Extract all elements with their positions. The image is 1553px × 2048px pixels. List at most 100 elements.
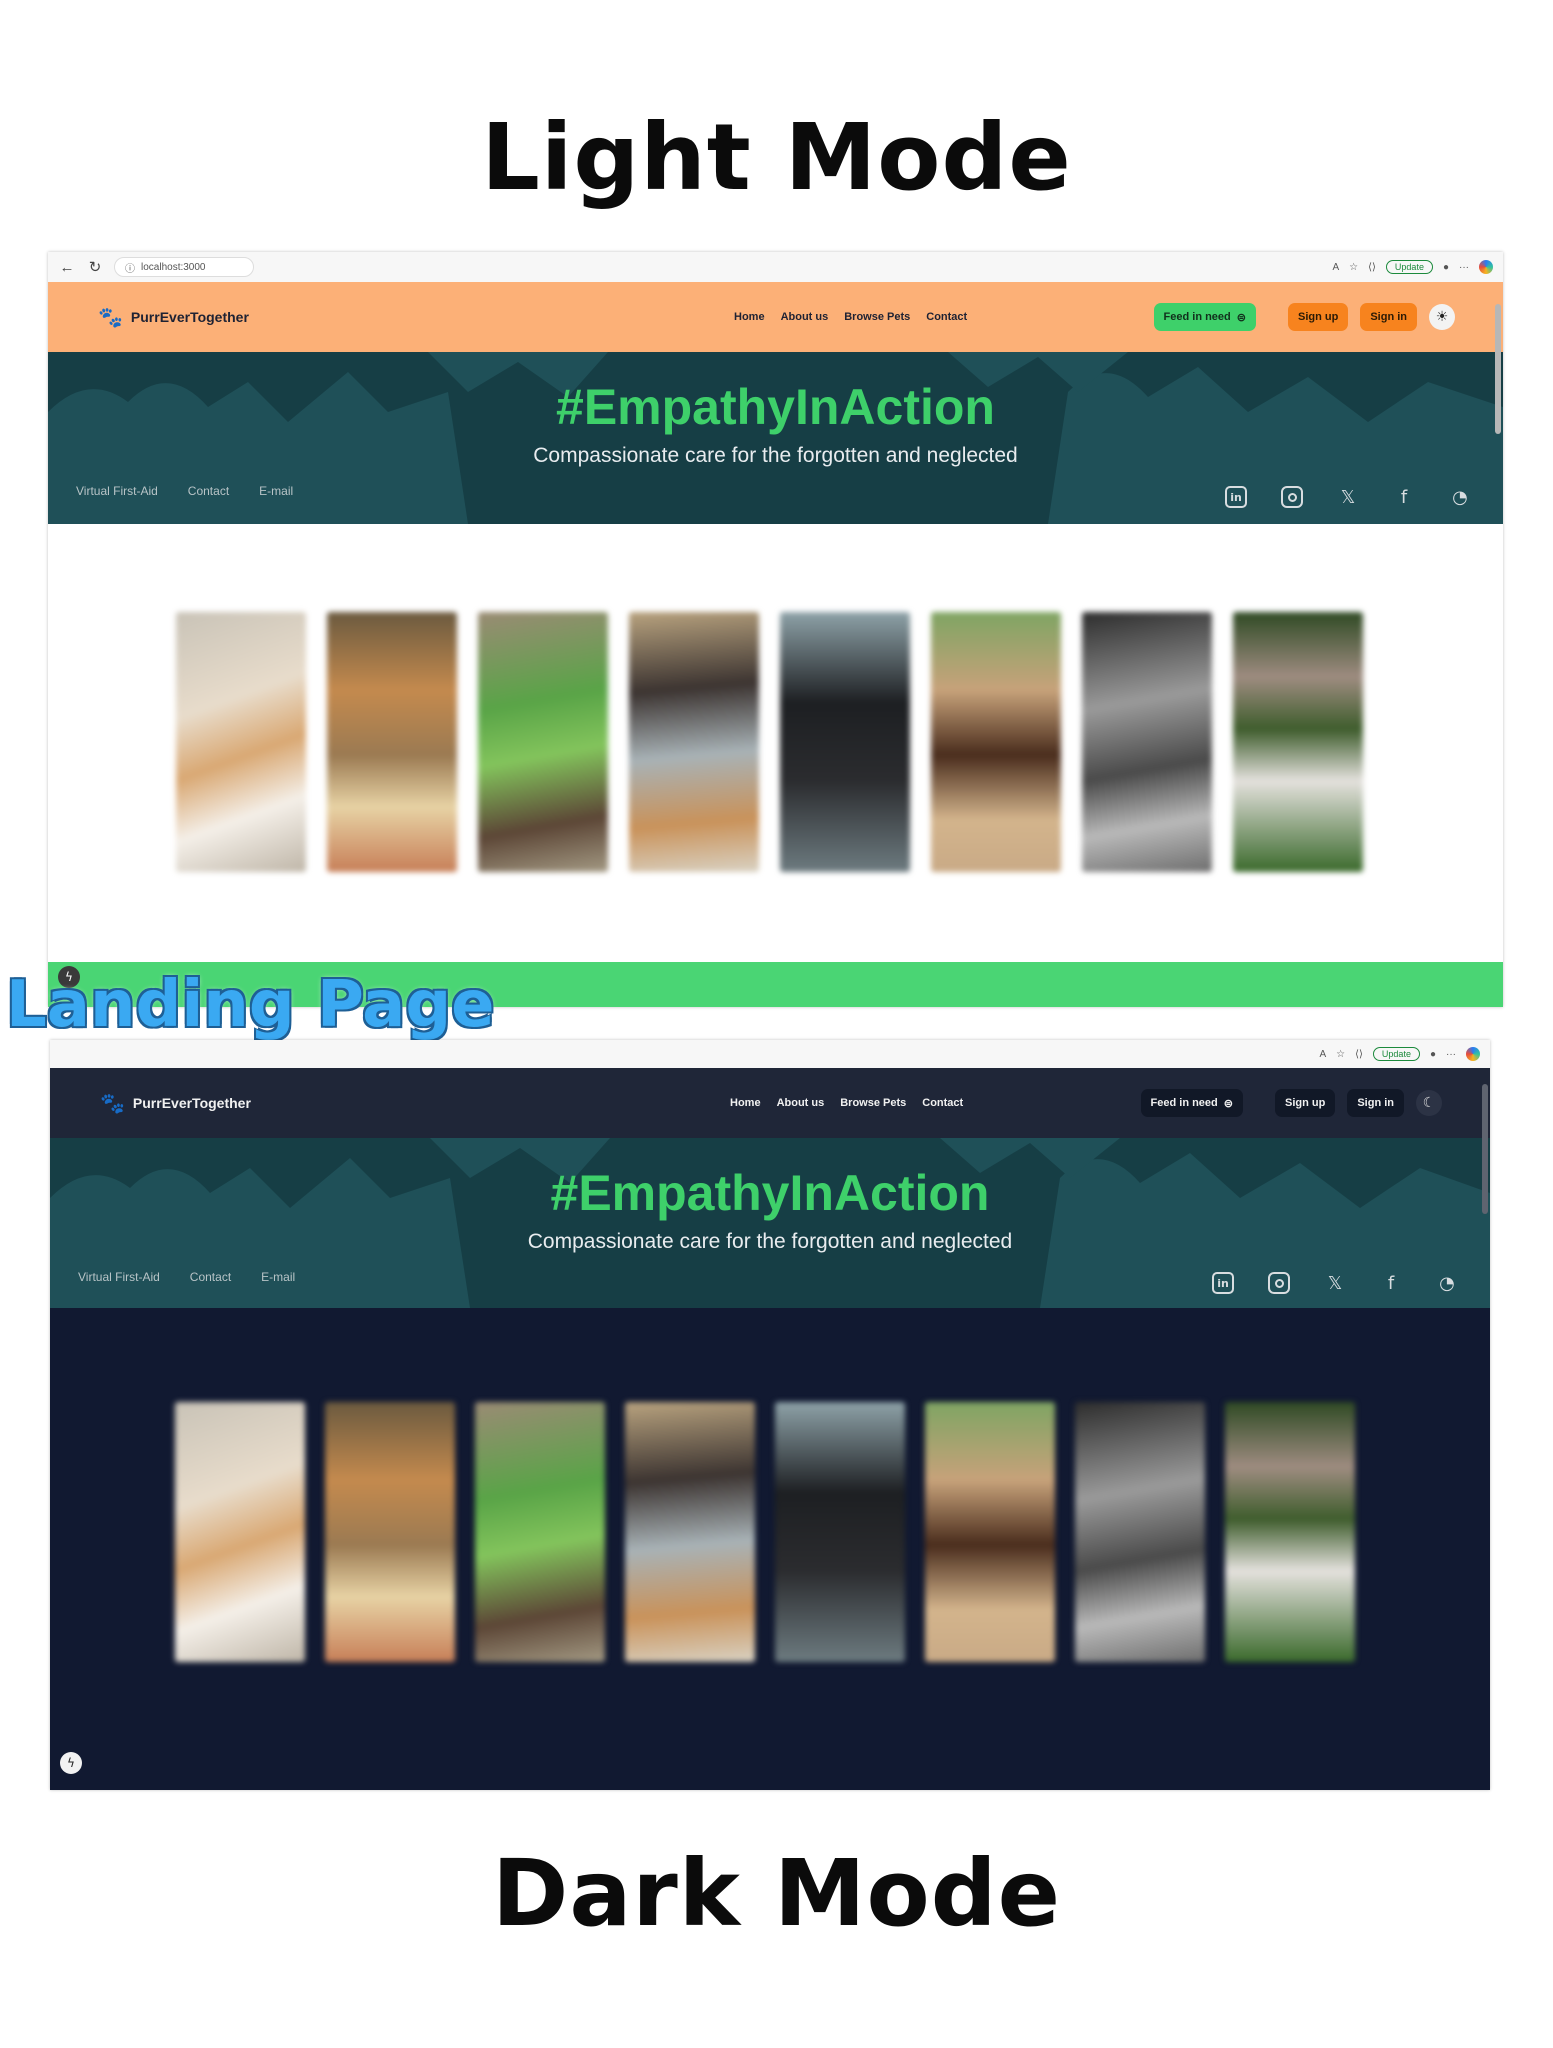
dev-tools-icon[interactable]: ϟ (60, 1752, 82, 1774)
linkedin-icon[interactable]: in (1212, 1272, 1234, 1294)
update-button[interactable]: Update (1385, 260, 1433, 274)
copilot-icon[interactable] (1479, 260, 1493, 274)
dog-photo[interactable] (625, 1402, 755, 1662)
light-mode-screenshot: ← ↻ ⓘ localhost:3000 A ☆ ⟨⟩ Update ● ···… (48, 252, 1503, 1007)
sign-up-button[interactable]: Sign up (1288, 303, 1349, 331)
sun-icon[interactable]: ☀ (1429, 304, 1455, 330)
reload-icon[interactable]: ↻ (86, 258, 104, 276)
deer-photo[interactable] (325, 1402, 455, 1662)
info-icon: ⓘ (125, 263, 135, 275)
github-icon[interactable]: ◔ (1436, 1272, 1458, 1294)
sign-up-button[interactable]: Sign up (1275, 1089, 1336, 1117)
back-icon[interactable]: ← (58, 259, 76, 276)
deer-photo[interactable] (327, 612, 457, 872)
scrollbar[interactable] (1482, 1084, 1488, 1214)
facebook-icon[interactable]: f (1393, 486, 1415, 508)
email-link[interactable]: E-mail (261, 1270, 295, 1284)
brand-name: PurrEverTogether (130, 309, 249, 325)
dog-photo[interactable] (629, 612, 759, 872)
hero-banner: #EmpathyInAction Compassionate care for … (48, 352, 1503, 524)
address-text: localhost:3000 (141, 261, 206, 273)
contact-link[interactable]: Contact (190, 1270, 231, 1284)
scrollbar[interactable] (1495, 304, 1501, 434)
sign-in-button[interactable]: Sign in (1360, 303, 1417, 331)
nav-home[interactable]: Home (730, 1097, 761, 1109)
bowl-icon: ⊜ (1223, 1097, 1233, 1110)
nav-about[interactable]: About us (777, 1097, 825, 1109)
email-link[interactable]: E-mail (259, 484, 293, 498)
address-bar[interactable]: ⓘ localhost:3000 (114, 257, 254, 277)
bowl-icon: ⊜ (1236, 311, 1246, 324)
hero-banner: #EmpathyInAction Compassionate care for … (50, 1138, 1490, 1308)
profile-icon[interactable]: ● (1430, 1049, 1436, 1060)
facebook-icon[interactable]: f (1380, 1272, 1402, 1294)
more-icon[interactable]: ··· (1446, 1049, 1456, 1060)
nav-contact[interactable]: Contact (926, 311, 967, 323)
light-mode-title: Light Mode (481, 104, 1072, 211)
nav-browse-pets[interactable]: Browse Pets (840, 1097, 906, 1109)
feed-in-need-button[interactable]: Feed in need ⊜ (1140, 1089, 1243, 1117)
navbar: 🐾 PurrEverTogether Home About us Browse … (50, 1068, 1490, 1138)
social-links: in 𝕏 f ◔ (1212, 1272, 1458, 1294)
hero-mini-links: Virtual First-Aid Contact E-mail (78, 1270, 295, 1284)
virtual-first-aid-link[interactable]: Virtual First-Aid (78, 1270, 160, 1284)
github-icon[interactable]: ◔ (1449, 486, 1471, 508)
animal-gallery (175, 1402, 1355, 1662)
favorite-icon[interactable]: ☆ (1349, 262, 1358, 273)
horse-photo[interactable] (925, 1402, 1055, 1662)
read-aloud-icon[interactable]: A (1332, 262, 1339, 273)
x-icon[interactable]: 𝕏 (1337, 486, 1359, 508)
nav-about[interactable]: About us (781, 311, 829, 323)
brand[interactable]: 🐾 PurrEverTogether (98, 305, 249, 330)
parrot-photo[interactable] (475, 1402, 605, 1662)
read-aloud-icon[interactable]: A (1319, 1049, 1326, 1060)
copilot-icon[interactable] (1466, 1047, 1480, 1061)
feed-label: Feed in need (1150, 1097, 1218, 1109)
black-cat-photo[interactable] (775, 1402, 905, 1662)
paw-logo-icon: 🐾 (98, 306, 123, 329)
social-links: in 𝕏 f ◔ (1225, 486, 1471, 508)
feed-label: Feed in need (1163, 311, 1231, 323)
kitten-photo[interactable] (175, 1402, 305, 1662)
feed-in-need-button[interactable]: Feed in need ⊜ (1153, 303, 1256, 331)
horse-photo[interactable] (931, 612, 1061, 872)
bird-photo[interactable] (1082, 612, 1212, 872)
bird-photo[interactable] (1075, 1402, 1205, 1662)
nav-links: Home About us Browse Pets Contact (730, 1097, 963, 1109)
nav-actions: Feed in need ⊜ Sign up Sign in ☀ (1153, 303, 1455, 331)
profile-icon[interactable]: ● (1443, 262, 1449, 273)
navbar: 🐾 PurrEverTogether Home About us Browse … (48, 282, 1503, 352)
hero-headline: #EmpathyInAction (550, 1165, 990, 1221)
ducks-photo[interactable] (1225, 1402, 1355, 1662)
nav-browse-pets[interactable]: Browse Pets (844, 311, 910, 323)
linkedin-icon[interactable]: in (1225, 486, 1247, 508)
dark-mode-title: Dark Mode (491, 1840, 1062, 1947)
parrot-photo[interactable] (478, 612, 608, 872)
instagram-icon[interactable] (1268, 1272, 1290, 1294)
black-cat-photo[interactable] (780, 612, 910, 872)
nav-links: Home About us Browse Pets Contact (734, 311, 967, 323)
instagram-icon[interactable] (1281, 486, 1303, 508)
animal-gallery (176, 612, 1363, 872)
hero-subtitle: Compassionate care for the forgotten and… (527, 1230, 1013, 1253)
more-icon[interactable]: ··· (1459, 262, 1469, 273)
ducks-photo[interactable] (1233, 612, 1363, 872)
sign-in-button[interactable]: Sign in (1347, 1089, 1404, 1117)
paw-logo-icon: 🐾 (100, 1092, 125, 1115)
brand-name: PurrEverTogether (132, 1095, 251, 1111)
dark-mode-screenshot: A ☆ ⟨⟩ Update ● ··· 🐾 PurrEverTogether H… (50, 1040, 1490, 1790)
collections-icon[interactable]: ⟨⟩ (1355, 1049, 1363, 1060)
favorite-icon[interactable]: ☆ (1336, 1049, 1345, 1060)
browser-toolbar: A ☆ ⟨⟩ Update ● ··· (50, 1040, 1490, 1068)
virtual-first-aid-link[interactable]: Virtual First-Aid (76, 484, 158, 498)
nav-home[interactable]: Home (734, 311, 765, 323)
collections-icon[interactable]: ⟨⟩ (1368, 262, 1376, 273)
contact-link[interactable]: Contact (188, 484, 229, 498)
update-button[interactable]: Update (1372, 1047, 1420, 1061)
nav-contact[interactable]: Contact (922, 1097, 963, 1109)
x-icon[interactable]: 𝕏 (1324, 1272, 1346, 1294)
brand[interactable]: 🐾 PurrEverTogether (100, 1091, 251, 1116)
hero-headline: #EmpathyInAction (556, 379, 995, 435)
moon-icon[interactable]: ☾ (1416, 1090, 1442, 1116)
kitten-photo[interactable] (176, 612, 306, 872)
